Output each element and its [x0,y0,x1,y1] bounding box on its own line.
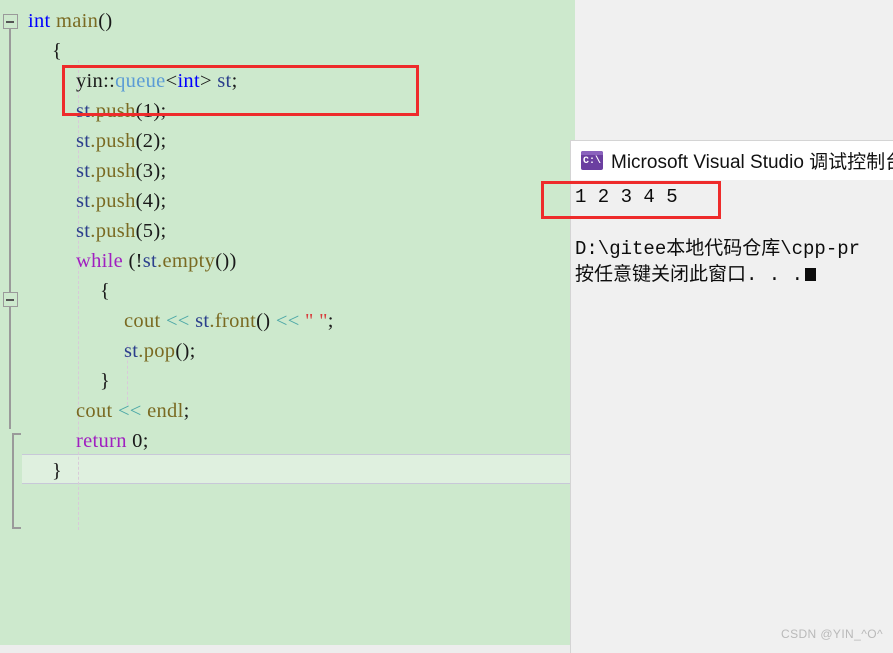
code-line[interactable]: st.push(5); [76,216,166,246]
code-token: (! [123,250,143,272]
code-token: ; [327,310,334,332]
code-line[interactable]: st.push(4); [76,186,166,216]
code-token: (4); [135,190,167,212]
code-line[interactable]: return 0; [76,426,149,456]
console-output-line: 1 2 3 4 5 [575,186,678,208]
code-token: st [76,190,91,212]
code-token: st [124,340,139,362]
editor-pane-bottom-edge [0,645,575,653]
code-editor-pane[interactable]: int main(){yin::queue<int> st; st.push(1)… [0,0,575,645]
code-token: (2); [135,130,167,152]
code-token: () [256,310,276,332]
code-line[interactable]: { [52,36,62,66]
code-token: st [142,250,158,272]
code-token: .empty [157,250,216,272]
code-token: .push [90,190,136,212]
code-line[interactable]: st.pop(); [124,336,196,366]
code-token: yin [76,70,104,92]
code-token: (); [175,340,196,362]
code-token: { [100,280,111,302]
code-token: ; [231,70,238,92]
code-line[interactable]: while (!st.empty()) [76,246,237,276]
code-token: return [76,430,127,452]
code-token: } [52,460,63,482]
code-token: st [76,100,91,122]
code-line[interactable]: cout << endl; [76,396,190,426]
code-token: .push [90,220,136,242]
code-token: .push [90,160,136,182]
console-title-text: Microsoft Visual Studio 调试控制台 [611,152,893,173]
code-token: .push [90,100,136,122]
code-token: 0; [126,430,149,452]
code-token: ()) [215,250,237,272]
watermark-label: CSDN @YIN_^O^ [781,627,883,641]
console-cursor [805,268,817,281]
console-output-line: 按任意键关闭此窗口. . . [575,262,893,288]
debug-console-window[interactable]: Microsoft Visual Studio 调试控制台 1 2 3 4 5 … [570,140,893,653]
code-token: st [217,70,232,92]
console-output-area[interactable]: 1 2 3 4 5 D:\gitee本地代码仓库\cpp-pr 按任意键关闭此窗口… [571,180,893,653]
code-text-layer[interactable]: int main(){yin::queue<int> st; st.push(1)… [0,0,575,645]
code-token: (5); [135,220,167,242]
code-token: st [76,130,91,152]
code-token: :: [103,70,116,92]
code-line[interactable]: st.push(2); [76,126,166,156]
code-token: () [98,10,113,32]
code-token: while [76,250,124,272]
console-app-icon [581,151,603,170]
code-token: st [195,310,210,332]
code-line[interactable]: cout << st.front() << " "; [124,306,334,336]
code-line[interactable]: st.push(3); [76,156,166,186]
code-token: << [117,400,142,422]
code-token: (1); [135,100,167,122]
code-token: " " [305,310,328,332]
console-title-bar[interactable]: Microsoft Visual Studio 调试控制台 [571,141,893,180]
console-output-line: D:\gitee本地代码仓库\cpp-pr [575,238,861,260]
code-token: < [165,70,178,92]
code-token: { [52,40,63,62]
code-line[interactable]: int main() [28,6,112,36]
code-token: cout [124,310,161,332]
code-token: > [199,70,218,92]
code-line[interactable]: } [100,366,110,396]
code-token: .pop [138,340,176,362]
code-token: << [275,310,300,332]
code-token: .front [209,310,257,332]
code-token: ; [183,400,190,422]
code-line[interactable]: yin::queue<int> st; [76,66,238,96]
code-line[interactable]: } [52,456,62,486]
code-token: .push [90,130,136,152]
code-token: << [165,310,190,332]
code-token: endl [147,400,184,422]
code-token: st [76,160,91,182]
code-token: cout [76,400,113,422]
code-token: queue [115,70,166,92]
code-token: (3); [135,160,167,182]
code-line[interactable]: { [100,276,110,306]
code-token: } [100,370,111,392]
code-token: int [177,70,200,92]
code-line[interactable]: st.push(1); [76,96,166,126]
code-token: st [76,220,91,242]
code-token: main [55,10,99,32]
code-token: int [28,10,51,32]
